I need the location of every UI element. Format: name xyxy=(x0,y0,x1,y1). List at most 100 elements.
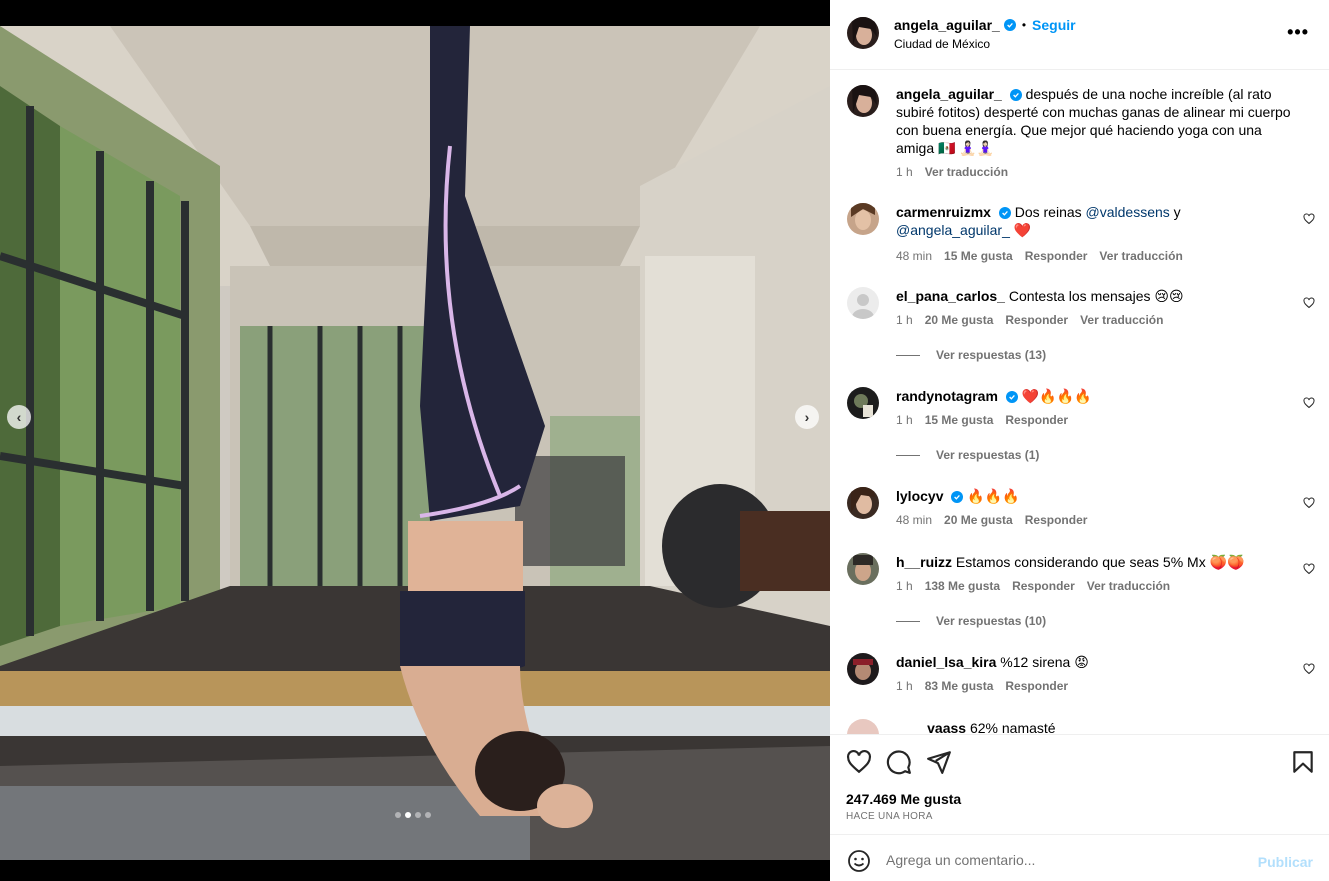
post-location[interactable]: Ciudad de México xyxy=(894,37,990,51)
verified-badge-icon xyxy=(998,207,1011,219)
carousel-dot xyxy=(395,812,401,818)
comment-text: Estamos considerando que seas 5% Mx 🍑🍑 xyxy=(955,554,1245,570)
comment-meta: 48 min 15 Me gusta Responder Ver traducc… xyxy=(896,249,1183,263)
translate-link[interactable]: Ver traducción xyxy=(1080,313,1163,327)
translate-link[interactable]: Ver traducción xyxy=(1087,579,1170,593)
avatar[interactable] xyxy=(847,287,879,319)
bookmark-icon[interactable] xyxy=(1290,749,1316,775)
share-icon[interactable] xyxy=(926,749,952,775)
comment-time: 48 min xyxy=(896,249,933,263)
verified-badge-icon xyxy=(1005,391,1018,403)
view-replies-button[interactable]: Ver respuestas (1) xyxy=(896,448,1039,462)
comment-text: Dos reinas xyxy=(1014,204,1086,220)
translate-link[interactable]: Ver traducción xyxy=(925,165,1008,179)
comment-username[interactable]: el_pana_carlos_ xyxy=(896,288,1005,304)
comment-username[interactable]: carmenruizmx xyxy=(896,204,991,220)
reply-button[interactable]: Responder xyxy=(1005,313,1068,327)
follow-button[interactable]: Seguir xyxy=(1032,17,1076,33)
comment-meta: 48 min 20 Me gusta Responder xyxy=(896,513,1087,527)
comment-body: el_pana_carlos_ Contesta los mensajes 😢😢 xyxy=(896,287,1296,305)
avatar[interactable] xyxy=(847,203,879,235)
comment-time: 1 h xyxy=(896,679,913,693)
avatar[interactable] xyxy=(847,17,879,49)
more-icon[interactable]: ••• xyxy=(1287,22,1309,43)
comment-composer: Publicar xyxy=(830,834,1329,881)
post-time: HACE UNA HORA xyxy=(846,811,933,822)
comment-time: 1 h xyxy=(896,313,913,327)
comment-likes[interactable]: 20 Me gusta xyxy=(944,513,1013,527)
reply-button[interactable]: Responder xyxy=(1025,249,1088,263)
instagram-post-modal: ‹ › angela_aguilar_ • Seguir Ciudad de M… xyxy=(0,0,1329,881)
comment-likes[interactable]: 15 Me gusta xyxy=(925,413,994,427)
comment-likes[interactable]: 20 Me gusta xyxy=(925,313,994,327)
chevron-right-icon[interactable]: › xyxy=(795,405,819,429)
avatar[interactable] xyxy=(847,653,879,685)
comment-username[interactable]: h__ruizz xyxy=(896,554,952,570)
comment-icon[interactable] xyxy=(886,749,912,775)
replies-divider xyxy=(896,620,920,622)
reply-button[interactable]: Responder xyxy=(1005,413,1068,427)
likes-count[interactable]: 247.469 Me gusta xyxy=(846,791,961,807)
author-username[interactable]: angela_aguilar_ xyxy=(894,17,1000,33)
verified-badge-icon xyxy=(1009,89,1022,101)
comments-list[interactable]: angela_aguilar_ después de una noche inc… xyxy=(830,71,1329,734)
publish-button[interactable]: Publicar xyxy=(1258,854,1313,870)
heart-icon[interactable] xyxy=(1303,497,1315,509)
mention-link[interactable]: @angela_aguilar_ xyxy=(896,222,1010,238)
post-photo[interactable] xyxy=(0,26,830,860)
mention-link[interactable]: @valdessens xyxy=(1086,204,1170,220)
heart-icon[interactable] xyxy=(1303,663,1315,675)
reply-button[interactable]: Responder xyxy=(1025,513,1088,527)
reply-button[interactable]: Responder xyxy=(1012,579,1075,593)
reply-button[interactable]: Responder xyxy=(1005,679,1068,693)
carousel-dot xyxy=(415,812,421,818)
comment-likes[interactable]: 138 Me gusta xyxy=(925,579,1000,593)
comment-meta: 1 h 83 Me gusta Responder xyxy=(896,679,1068,693)
separator: • xyxy=(1021,18,1027,32)
comment-likes[interactable]: 15 Me gusta xyxy=(944,249,1013,263)
caption-body: angela_aguilar_ después de una noche inc… xyxy=(896,85,1296,157)
comment-body: lylocyv 🔥🔥🔥 xyxy=(896,487,1296,505)
comment-body: carmenruizmx Dos reinas @valdessens y @a… xyxy=(896,203,1276,239)
replies-divider xyxy=(896,454,920,456)
comment-username[interactable]: lylocyv xyxy=(896,488,943,504)
post-header: angela_aguilar_ • Seguir Ciudad de Méxic… xyxy=(830,0,1329,70)
avatar[interactable] xyxy=(847,85,879,117)
comment-text: ❤️ xyxy=(1009,222,1032,238)
emoji-icon[interactable] xyxy=(847,849,871,873)
heart-icon[interactable] xyxy=(846,749,872,775)
comment-text: Contesta los mensajes 😢😢 xyxy=(1008,288,1184,304)
replies-divider xyxy=(896,354,920,356)
view-replies-button[interactable]: Ver respuestas (10) xyxy=(896,614,1046,628)
comment-time: 1 h xyxy=(896,579,913,593)
comment-username[interactable]: randynotagram xyxy=(896,388,998,404)
comment-body: daniel_lsa_kira %12 sirena 😡 xyxy=(896,653,1296,671)
view-replies-label: Ver respuestas (1) xyxy=(936,448,1040,462)
translate-link[interactable]: Ver traducción xyxy=(1099,249,1182,263)
comment-username[interactable]: daniel_lsa_kira xyxy=(896,654,996,670)
avatar[interactable] xyxy=(847,387,879,419)
comment-username[interactable]: ____vaass xyxy=(896,720,966,734)
caption-username[interactable]: angela_aguilar_ xyxy=(896,86,1002,102)
comment-body: randynotagram ❤️🔥🔥🔥 xyxy=(896,387,1296,405)
comment-time: 48 min xyxy=(896,513,933,527)
post-author: angela_aguilar_ • Seguir xyxy=(894,17,1076,33)
comment-body: h__ruizz Estamos considerando que seas 5… xyxy=(896,553,1296,571)
heart-icon[interactable] xyxy=(1303,213,1315,225)
chevron-left-icon[interactable]: ‹ xyxy=(7,405,31,429)
heart-icon[interactable] xyxy=(1303,297,1315,309)
heart-icon[interactable] xyxy=(1303,563,1315,575)
avatar[interactable] xyxy=(847,719,879,734)
comment-text: %12 sirena 😡 xyxy=(1000,654,1089,670)
avatar[interactable] xyxy=(847,553,879,585)
view-replies-button[interactable]: Ver respuestas (13) xyxy=(896,348,1046,362)
comment-meta: 1 h 20 Me gusta Responder Ver traducción xyxy=(896,313,1163,327)
post-side-panel: angela_aguilar_ • Seguir Ciudad de Méxic… xyxy=(830,0,1329,881)
view-replies-label: Ver respuestas (10) xyxy=(936,614,1047,628)
comment-body: ____vaass 62% namasté xyxy=(896,719,1296,734)
heart-icon[interactable] xyxy=(1303,397,1315,409)
comment-likes[interactable]: 83 Me gusta xyxy=(925,679,994,693)
media-pane: ‹ › xyxy=(0,0,830,881)
comment-input[interactable] xyxy=(886,847,1246,873)
avatar[interactable] xyxy=(847,487,879,519)
